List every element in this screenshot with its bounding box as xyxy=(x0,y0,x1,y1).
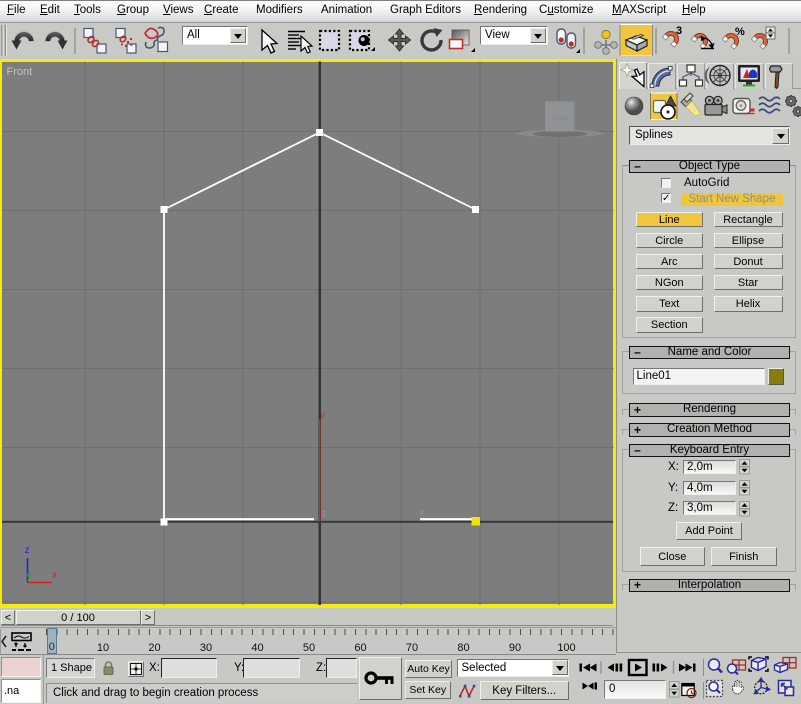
svg-text:60: 60 xyxy=(354,642,366,654)
svg-text:max: max xyxy=(552,113,567,122)
svg-text:100: 100 xyxy=(557,642,575,654)
svg-text:3: 3 xyxy=(676,25,682,37)
svg-text:40: 40 xyxy=(251,642,263,654)
svg-text:10: 10 xyxy=(97,642,109,654)
svg-text:z: z xyxy=(322,509,327,520)
svg-text:y: y xyxy=(27,571,32,582)
svg-text:z: z xyxy=(25,545,30,556)
svg-text:90: 90 xyxy=(509,642,521,654)
svg-text:80: 80 xyxy=(457,642,469,654)
svg-text:30: 30 xyxy=(200,642,212,654)
svg-text:%: % xyxy=(735,26,745,38)
svg-text:70: 70 xyxy=(406,642,418,654)
svg-text:20: 20 xyxy=(148,642,160,654)
svg-text:x: x xyxy=(420,508,425,519)
svg-text:50: 50 xyxy=(303,642,315,654)
svg-text:x: x xyxy=(52,570,57,581)
svg-text:y: y xyxy=(319,410,326,421)
svg-text:Front: Front xyxy=(7,66,33,78)
